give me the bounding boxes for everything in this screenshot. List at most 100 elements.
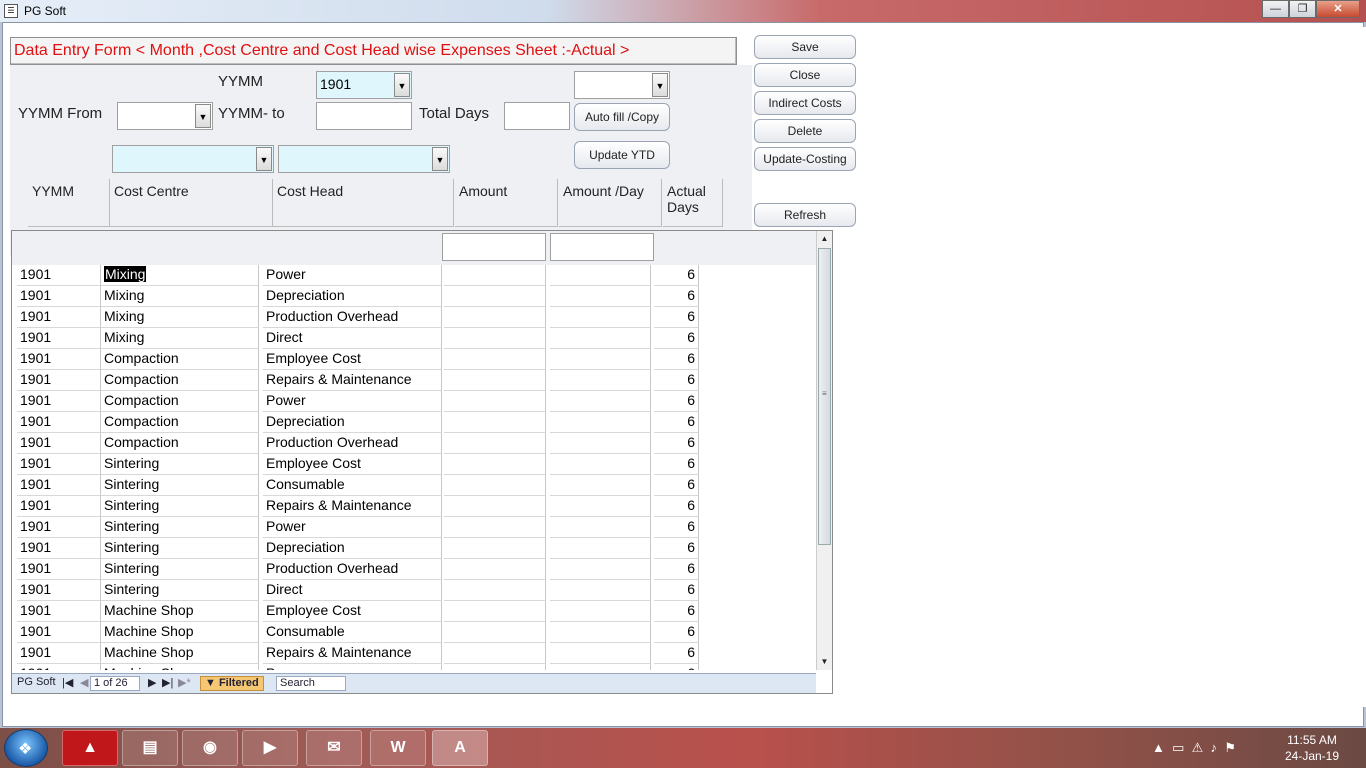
cell-amount[interactable] xyxy=(444,580,546,601)
table-row[interactable]: 1901 Sintering Consumable 6 xyxy=(12,475,818,496)
cell-yymm[interactable]: 1901 xyxy=(17,601,101,622)
cell-amount[interactable] xyxy=(444,370,546,391)
restore-icon[interactable]: ❐ xyxy=(1289,0,1316,18)
cell-cost-head[interactable]: Employee Cost xyxy=(263,454,442,475)
cell-actual-days[interactable]: 6 xyxy=(654,643,699,664)
cell-amount[interactable] xyxy=(444,622,546,643)
scroll-up-icon[interactable]: ▲ xyxy=(818,232,831,246)
cell-amount-day[interactable] xyxy=(550,265,651,286)
cell-actual-days[interactable]: 6 xyxy=(654,286,699,307)
minimize-icon[interactable]: — xyxy=(1262,0,1289,18)
cell-cost-centre[interactable]: Sintering xyxy=(101,517,259,538)
cell-yymm[interactable]: 1901 xyxy=(17,328,101,349)
cell-actual-days[interactable]: 6 xyxy=(654,559,699,580)
cell-actual-days[interactable]: 6 xyxy=(654,265,699,286)
cell-cost-centre[interactable]: Sintering xyxy=(101,496,259,517)
outlook-icon[interactable]: ✉ xyxy=(306,730,362,766)
cell-cost-centre[interactable]: Compaction xyxy=(101,433,259,454)
close-window-icon[interactable]: ✕ xyxy=(1316,0,1360,18)
scroll-down-icon[interactable]: ▼ xyxy=(818,655,831,669)
cell-yymm[interactable]: 1901 xyxy=(17,622,101,643)
indirect-costs-button[interactable]: Indirect Costs xyxy=(754,91,856,115)
cell-cost-centre[interactable]: Machine Shop xyxy=(101,643,259,664)
cell-amount[interactable] xyxy=(444,538,546,559)
cell-yymm[interactable]: 1901 xyxy=(17,538,101,559)
cell-actual-days[interactable]: 6 xyxy=(654,391,699,412)
show-hidden-icons-icon[interactable]: ▲ xyxy=(1152,740,1165,755)
new-record-icon[interactable]: ▶* xyxy=(178,676,191,689)
cell-cost-centre[interactable]: Machine Shop xyxy=(101,622,259,643)
refresh-button[interactable]: Refresh xyxy=(754,203,856,227)
cell-amount-day[interactable] xyxy=(550,454,651,475)
cell-amount[interactable] xyxy=(444,559,546,580)
update-costing-button[interactable]: Update-Costing xyxy=(754,147,856,171)
cell-amount[interactable] xyxy=(444,454,546,475)
table-row[interactable]: 1901 Compaction Depreciation 6 xyxy=(12,412,818,433)
chevron-down-icon[interactable]: ▼ xyxy=(432,147,448,171)
cell-cost-head[interactable]: Power xyxy=(263,664,442,670)
yymm-combo[interactable]: 1901 ▼ xyxy=(316,71,412,99)
cell-amount-day[interactable] xyxy=(550,643,651,664)
cell-cost-centre[interactable]: Mixing xyxy=(101,286,259,307)
last-record-icon[interactable]: ▶| xyxy=(162,676,173,689)
cell-amount-day[interactable] xyxy=(550,349,651,370)
cell-cost-head[interactable]: Production Overhead xyxy=(263,307,442,328)
cell-amount[interactable] xyxy=(444,391,546,412)
cell-cost-head[interactable]: Power xyxy=(263,517,442,538)
cell-amount-day[interactable] xyxy=(550,286,651,307)
usb-icon[interactable]: ▭ xyxy=(1172,740,1184,755)
cell-amount-day[interactable] xyxy=(550,517,651,538)
table-row[interactable]: 1901 Machine Shop Employee Cost 6 xyxy=(12,601,818,622)
cell-cost-centre[interactable]: Machine Shop xyxy=(101,664,259,670)
cell-cost-centre[interactable]: Sintering xyxy=(101,454,259,475)
cell-actual-days[interactable]: 6 xyxy=(654,454,699,475)
cell-actual-days[interactable]: 6 xyxy=(654,622,699,643)
cell-amount-day[interactable] xyxy=(550,307,651,328)
cell-yymm[interactable]: 1901 xyxy=(17,643,101,664)
app-icon[interactable]: ☰ xyxy=(4,4,18,18)
pdf-reader-icon[interactable]: ▲ xyxy=(62,730,118,766)
table-row[interactable]: 1901 Machine Shop Consumable 6 xyxy=(12,622,818,643)
cell-cost-centre[interactable]: Machine Shop xyxy=(101,601,259,622)
volume-icon[interactable]: ♪ xyxy=(1211,740,1218,755)
delete-button[interactable]: Delete xyxy=(754,119,856,143)
clock[interactable]: 11:55 AM 24-Jan-19 xyxy=(1284,732,1340,764)
cell-amount-day[interactable] xyxy=(550,496,651,517)
cell-amount-day[interactable] xyxy=(550,580,651,601)
cell-actual-days[interactable]: 6 xyxy=(654,517,699,538)
cell-cost-centre[interactable]: Sintering xyxy=(101,559,259,580)
cell-cost-centre[interactable]: Mixing xyxy=(101,265,259,286)
cell-amount[interactable] xyxy=(444,496,546,517)
cell-amount-day[interactable] xyxy=(550,391,651,412)
cell-yymm[interactable]: 1901 xyxy=(17,433,101,454)
table-row[interactable]: 1901 Mixing Power 6 xyxy=(12,265,818,286)
cell-amount[interactable] xyxy=(444,601,546,622)
next-record-icon[interactable]: ▶ xyxy=(148,676,156,689)
cell-amount[interactable] xyxy=(444,349,546,370)
antivirus-icon[interactable]: ⚠ xyxy=(1192,740,1204,755)
cell-yymm[interactable]: 1901 xyxy=(17,580,101,601)
cell-amount[interactable] xyxy=(444,517,546,538)
yymm-to-input[interactable] xyxy=(316,102,412,130)
word-icon[interactable]: W xyxy=(370,730,426,766)
cell-amount[interactable] xyxy=(444,286,546,307)
cell-amount-day[interactable] xyxy=(550,370,651,391)
cell-cost-head[interactable]: Power xyxy=(263,391,442,412)
table-row[interactable]: 1901 Machine Shop Repairs & Maintenance 6 xyxy=(12,643,818,664)
cell-yymm[interactable]: 1901 xyxy=(17,370,101,391)
cell-yymm[interactable]: 1901 xyxy=(17,286,101,307)
cell-cost-head[interactable]: Repairs & Maintenance xyxy=(263,496,442,517)
cell-yymm[interactable]: 1901 xyxy=(17,496,101,517)
update-ytd-button[interactable]: Update YTD xyxy=(574,141,670,169)
cell-cost-head[interactable]: Repairs & Maintenance xyxy=(263,643,442,664)
cost-head-filter-combo[interactable]: ▼ xyxy=(278,145,450,173)
cell-cost-head[interactable]: Depreciation xyxy=(263,412,442,433)
table-row[interactable]: 1901 Machine Shop Power 6 xyxy=(12,664,818,670)
cell-cost-centre[interactable]: Mixing xyxy=(101,328,259,349)
cell-actual-days[interactable]: 6 xyxy=(654,433,699,454)
table-row[interactable]: 1901 Compaction Repairs & Maintenance 6 xyxy=(12,370,818,391)
cell-amount-day[interactable] xyxy=(550,559,651,580)
cell-amount-day[interactable] xyxy=(550,601,651,622)
cost-centre-filter-combo[interactable]: ▼ xyxy=(112,145,274,173)
first-record-icon[interactable]: |◀ xyxy=(62,676,73,689)
